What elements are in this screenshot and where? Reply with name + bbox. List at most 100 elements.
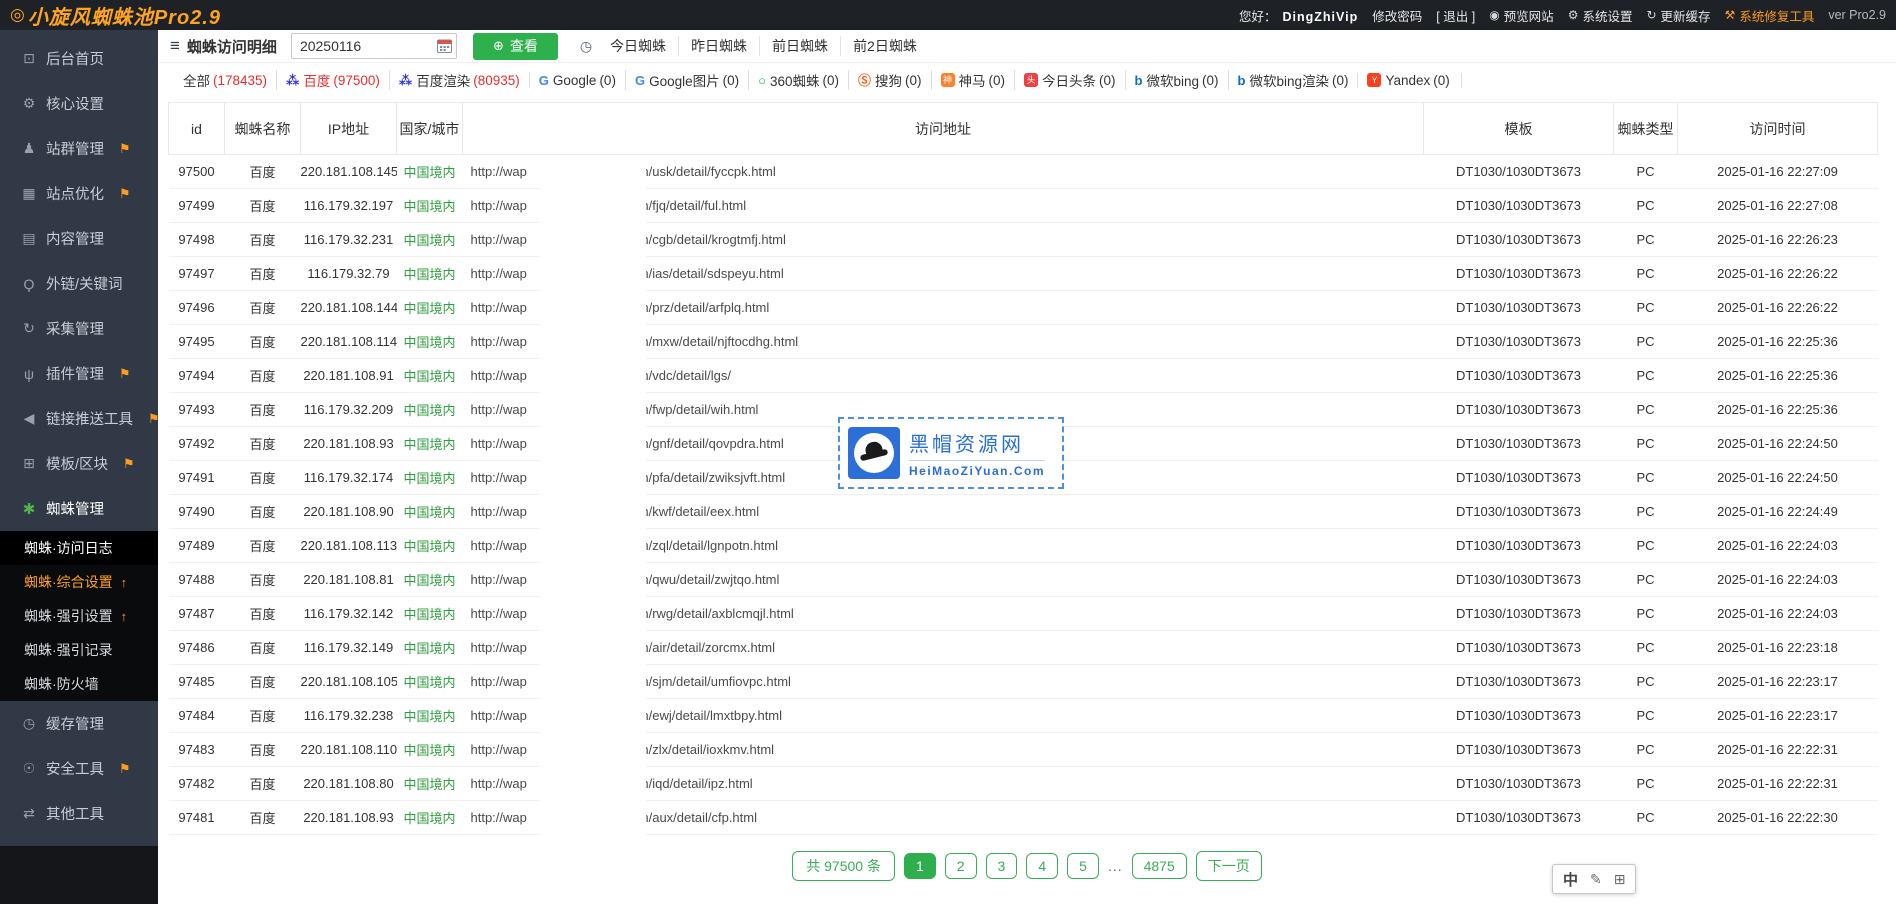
sidebar-item-links-keywords[interactable]: Ϙ 外链/关键词 ⚑ xyxy=(0,261,158,306)
sidebar-item-plugins[interactable]: ψ 插件管理 ⚑ xyxy=(0,351,158,396)
monitor-icon: ⊡ xyxy=(18,50,40,67)
calendar-icon[interactable] xyxy=(437,38,452,53)
cell-spider-name: 百度 xyxy=(225,427,301,461)
change-password-link[interactable]: 修改密码 xyxy=(1372,6,1422,25)
ime-language-toggle[interactable]: 中 xyxy=(1563,869,1578,890)
cell-template: DT1030/1030DT3673 xyxy=(1424,257,1614,291)
logout-link[interactable]: [ 退出 ] xyxy=(1436,6,1475,25)
filter-count: (0) xyxy=(723,73,740,88)
cell-spider-type: PC xyxy=(1614,767,1678,801)
sidebar-item-cache[interactable]: ◷ 缓存管理 ⚑ xyxy=(0,701,158,746)
sidebar-item-site-group[interactable]: ♟ 站群管理 ⚑ xyxy=(0,126,158,171)
sidebar-item-templates[interactable]: ⊞ 模板/区块 ⚑ xyxy=(0,441,158,486)
user-icon: ♟ xyxy=(18,140,40,157)
sidebar-item-content[interactable]: ▤ 内容管理 ⚑ xyxy=(0,216,158,261)
cell-spider-name: 百度 xyxy=(225,563,301,597)
url-suffix: cn/ias/detail/sdspeyu.html xyxy=(635,266,784,281)
cell-ip: 116.179.32.142 xyxy=(301,597,397,631)
page-5[interactable]: 5 xyxy=(1067,853,1099,879)
cell-spider-type: PC xyxy=(1614,291,1678,325)
sidebar-item-spider-force-settings[interactable]: 蜘蛛·强引设置 ↑ ⚑ xyxy=(0,599,158,633)
quick-date-link[interactable]: 今日蜘蛛 xyxy=(598,36,678,56)
preview-site-link[interactable]: ◉ 预览网站 xyxy=(1489,6,1554,25)
repair-tool-link[interactable]: ⚒ 系统修复工具 xyxy=(1725,6,1815,25)
filter-yandex[interactable]: Y Yandex (0) xyxy=(1357,73,1461,88)
cell-spider-type: PC xyxy=(1614,631,1678,665)
cell-region: 中国境内 xyxy=(397,699,463,733)
cell-id: 97486 xyxy=(169,631,225,665)
url-prefix: http://wap xyxy=(471,708,527,723)
magnifier-icon: Ϙ xyxy=(18,276,40,292)
sidebar-item-spider-log[interactable]: 蜘蛛·访问日志 ⚑ xyxy=(0,531,158,565)
sidebar-item-spider-force-log[interactable]: 蜘蛛·强引记录 ⚑ xyxy=(0,633,158,667)
filter-google[interactable]: G Google (0) xyxy=(529,73,625,88)
cell-region: 中国境内 xyxy=(397,427,463,461)
filter-bing-render[interactable]: b 微软bing渲染 (0) xyxy=(1228,70,1358,90)
cell-ip: 220.181.108.113 xyxy=(301,529,397,563)
sidebar-item-link-push[interactable]: ◀ 链接推送工具 ⚑ xyxy=(0,396,158,441)
sidebar-item-label: 外链/关键词 xyxy=(46,273,123,294)
app-logo[interactable]: ◎ 小旋风蜘蛛池Pro2.9 xyxy=(10,1,221,30)
cell-id: 97497 xyxy=(169,257,225,291)
filter-baidu-render[interactable]: ⁂ 百度渲染 (80935) xyxy=(389,70,529,90)
sidebar-item-spider-settings[interactable]: 蜘蛛·综合设置 ↑ ⚑ xyxy=(0,565,158,599)
sidebar-item-spider[interactable]: ✱ 蜘蛛管理 ⚑ xyxy=(0,486,158,531)
filter-toutiao[interactable]: 头 今日头条 (0) xyxy=(1014,70,1125,90)
url-prefix: http://wap xyxy=(471,504,527,519)
sidebar-item-dashboard[interactable]: ⊡ 后台首页 ⚑ xyxy=(0,36,158,81)
url-prefix: http://wap xyxy=(471,334,527,349)
date-input[interactable] xyxy=(291,33,457,59)
sidebar-item-label: 安全工具 xyxy=(46,758,104,779)
page-4[interactable]: 4 xyxy=(1026,853,1058,879)
ime-grid-icon[interactable]: ⊞ xyxy=(1614,871,1626,888)
page-2[interactable]: 2 xyxy=(945,853,977,879)
sidebar-item-core-settings[interactable]: ⚙ 核心设置 ⚑ xyxy=(0,81,158,126)
url-prefix: http://wap xyxy=(471,436,527,451)
sidebar-item-other-tools[interactable]: ⇄ 其他工具 ⚑ xyxy=(0,791,158,836)
filter-count: (0) xyxy=(823,73,840,88)
stopwatch-icon: ◷ xyxy=(18,715,40,732)
page-1[interactable]: 1 xyxy=(904,853,936,879)
quick-date-link[interactable]: 前日蜘蛛 xyxy=(759,36,840,56)
col-region: 国家/城市 xyxy=(397,103,463,155)
cell-id: 97495 xyxy=(169,325,225,359)
filter-360[interactable]: ○ 360蜘蛛 (0) xyxy=(748,70,848,90)
system-settings-link[interactable]: ⚙ 系统设置 xyxy=(1568,6,1633,25)
cell-template: DT1030/1030DT3673 xyxy=(1424,427,1614,461)
ime-pencil-icon[interactable]: ✎ xyxy=(1590,871,1602,888)
quick-date-link[interactable]: 前2日蜘蛛 xyxy=(840,36,929,56)
sidebar-item-spider-firewall[interactable]: 蜘蛛·防火墙 ⚑ xyxy=(0,667,158,701)
filter-bing[interactable]: b 微软bing (0) xyxy=(1125,70,1228,90)
total-count-badge: 共 97500 条 xyxy=(792,851,895,881)
next-page-button[interactable]: 下一页 xyxy=(1196,851,1262,881)
pagination-ellipsis: ... xyxy=(1108,858,1123,874)
cell-template: DT1030/1030DT3673 xyxy=(1424,189,1614,223)
cell-template: DT1030/1030DT3673 xyxy=(1424,631,1614,665)
sidebar-item-security[interactable]: ☉ 安全工具 ⚑ xyxy=(0,746,158,791)
cell-spider-type: PC xyxy=(1614,223,1678,257)
filter-shenma[interactable]: 神 神马 (0) xyxy=(931,70,1015,90)
cell-ip: 116.179.32.231 xyxy=(301,223,397,257)
cell-region: 中国境内 xyxy=(397,665,463,699)
col-id: id xyxy=(169,103,225,155)
view-button[interactable]: ⊕ 查看 xyxy=(473,33,558,60)
sidebar-item-collect[interactable]: ↻ 采集管理 ⚑ xyxy=(0,306,158,351)
cell-region: 中国境内 xyxy=(397,733,463,767)
cell-region: 中国境内 xyxy=(397,359,463,393)
filter-sogou[interactable]: Ⓢ 搜狗 (0) xyxy=(848,70,931,90)
sidebar-item-site-optimize[interactable]: ▦ 站点优化 ⚑ xyxy=(0,171,158,216)
cell-visit-time: 2025-01-16 22:24:03 xyxy=(1678,563,1878,597)
cell-spider-name: 百度 xyxy=(225,801,301,835)
filter-google-images[interactable]: G Google图片 (0) xyxy=(625,70,748,90)
quick-date-link[interactable]: 昨日蜘蛛 xyxy=(678,36,759,56)
refresh-cache-link[interactable]: ↻ 更新缓存 xyxy=(1646,6,1710,25)
cell-template: DT1030/1030DT3673 xyxy=(1424,699,1614,733)
toolbar: ≡ 蜘蛛访问明细 ⊕ 查看 ◷ 今日蜘蛛 昨日蜘蛛 xyxy=(158,30,1896,63)
url-suffix: cn/aux/detail/cfp.html xyxy=(635,810,757,825)
filter-all[interactable]: 全部 (178435) xyxy=(170,70,276,90)
filter-baidu[interactable]: ⁂ 百度 (97500) xyxy=(276,70,389,90)
table-row: 97483 百度 220.181.108.110 中国境内 http://wap… xyxy=(169,733,1878,767)
page-3[interactable]: 3 xyxy=(986,853,1018,879)
page-last[interactable]: 4875 xyxy=(1132,853,1187,879)
shuffle-icon: ⇄ xyxy=(18,805,40,822)
